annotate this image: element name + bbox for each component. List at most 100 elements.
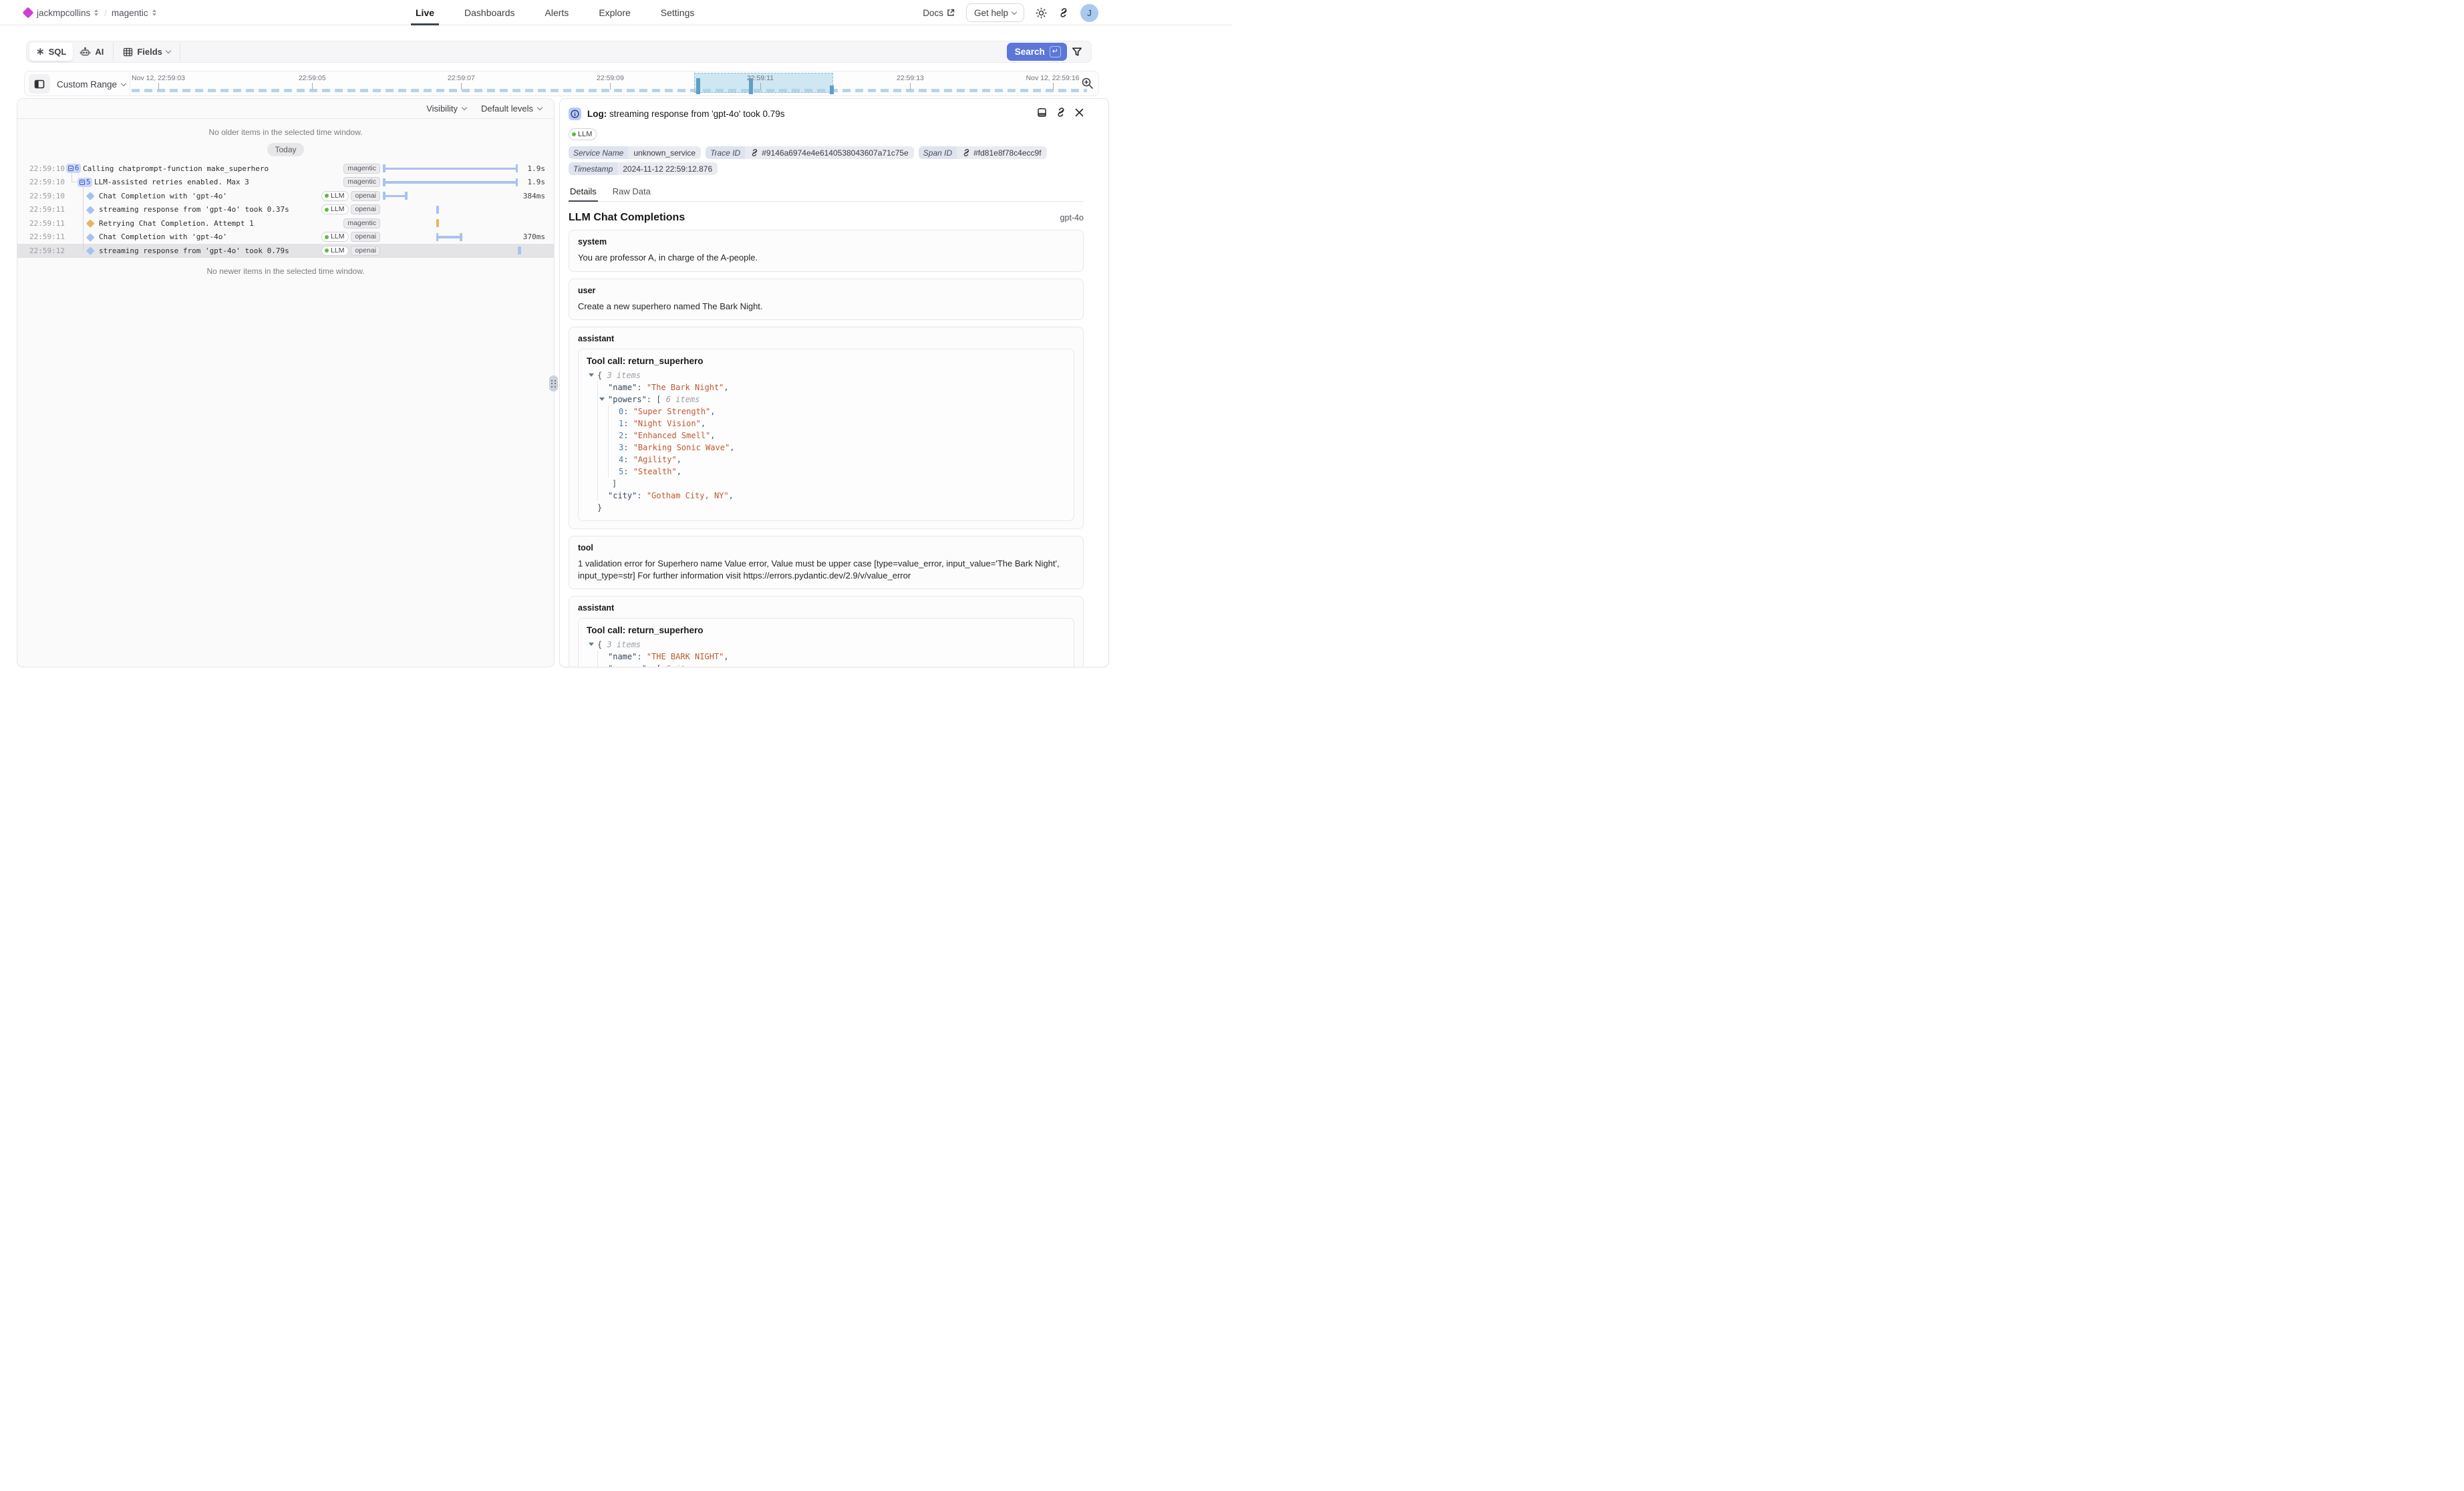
log-row-marker: 5	[78, 178, 92, 187]
ai-mode-button[interactable]: AI	[73, 43, 110, 61]
filter-button[interactable]	[1072, 47, 1082, 57]
collapse-chevron-icon[interactable]	[589, 373, 594, 377]
get-help-button[interactable]: Get help	[966, 3, 1024, 22]
chevron-down-icon	[121, 80, 126, 86]
tab-details[interactable]: Details	[569, 184, 598, 201]
attribute-tag: openai	[351, 232, 380, 242]
sun-icon	[1036, 7, 1047, 19]
query-toolbar: ∗ SQL AI Fields Search ↵	[26, 41, 1092, 63]
log-row-marker	[88, 248, 94, 254]
log-row-message: streaming response from 'gpt-4o' took 0.…	[99, 246, 289, 255]
log-row[interactable]: 22:59:105LLM-assisted retries enabled. M…	[17, 176, 554, 190]
log-row-duration: 370ms	[523, 232, 545, 241]
tab-raw-data[interactable]: Raw Data	[611, 184, 652, 201]
today-pill[interactable]: Today	[267, 143, 303, 156]
collapse-chevron-icon[interactable]	[589, 643, 594, 646]
message-role: assistant	[578, 334, 1074, 343]
expand-panel-button[interactable]	[1037, 108, 1047, 118]
log-list-header: Visibility Default levels	[17, 99, 554, 119]
timeline-tick-mark	[1053, 83, 1054, 90]
link-icon	[962, 148, 971, 157]
org-switcher[interactable]: jackmpcollins	[37, 8, 100, 18]
log-row-marker	[88, 220, 94, 226]
panel-resize-handle[interactable]	[549, 375, 558, 391]
sql-mode-button[interactable]: ∗ SQL	[29, 43, 73, 61]
time-range-selector[interactable]: Custom Range	[57, 71, 126, 97]
levels-dropdown[interactable]: Default levels	[481, 104, 542, 114]
llm-tag: LLM	[321, 246, 349, 256]
log-row[interactable]: 22:59:11streaming response from 'gpt-4o'…	[17, 203, 554, 217]
nav-tab-live[interactable]: Live	[411, 0, 439, 25]
nav-tab-explore[interactable]: Explore	[594, 0, 635, 25]
log-row-time: 22:59:12	[29, 246, 65, 255]
timeline-baseline	[132, 89, 1087, 92]
fields-button[interactable]: Fields	[116, 43, 177, 61]
span-diamond-icon	[86, 246, 94, 255]
log-row-bars	[383, 203, 535, 217]
log-row[interactable]: 22:59:11Chat Completion with 'gpt-4o'LLM…	[17, 230, 554, 244]
log-title-text: streaming response from 'gpt-4o' took 0.…	[609, 109, 785, 119]
visibility-dropdown[interactable]: Visibility	[426, 104, 466, 114]
log-row[interactable]: 22:59:10Chat Completion with 'gpt-4o'LLM…	[17, 189, 554, 203]
sidebar-toggle-button[interactable]	[29, 74, 50, 94]
copy-link-button[interactable]	[1056, 107, 1066, 118]
log-row-tags: LLMopenai	[321, 191, 380, 201]
json-token-pln: ,	[710, 407, 715, 416]
json-token-pln: :	[623, 407, 633, 416]
histogram-bar	[749, 78, 753, 94]
close-button[interactable]	[1075, 108, 1084, 117]
log-row-tags: LLMopenai	[321, 232, 380, 242]
theme-brightness-button[interactable]	[1036, 7, 1047, 19]
log-detail-panel: Log: streaming response from 'gpt-4o' to…	[559, 98, 1109, 667]
log-row[interactable]: 22:59:12 streaming response from 'gpt-4o'…	[17, 244, 554, 258]
info-icon	[569, 108, 581, 120]
field-value: unknown_service	[628, 146, 701, 159]
timeline-tick-label: 22:59:13	[897, 74, 924, 82]
nav-tab-dashboards[interactable]: Dashboards	[460, 0, 520, 25]
avatar[interactable]: J	[1080, 4, 1098, 22]
json-token-str: "Agility"	[633, 455, 677, 464]
message-text: 1 validation error for Superhero name Va…	[578, 558, 1074, 581]
log-row-tags: magentic	[343, 177, 380, 187]
message-card-assistant: assistant Tool call: return_superhero{ 3 …	[569, 596, 1084, 667]
search-button[interactable]: Search ↵	[1007, 43, 1067, 61]
span-diamond-icon	[86, 206, 94, 214]
nav-tab-settings[interactable]: Settings	[656, 0, 700, 25]
detail-tabs: Details Raw Data	[569, 184, 1084, 202]
collapse-minus-icon	[80, 180, 85, 185]
zoom-in-button[interactable]	[1081, 77, 1094, 90]
grip-dots-icon	[551, 380, 556, 387]
json-token-pln: ,	[729, 491, 734, 500]
json-token-pln: ,	[677, 455, 681, 464]
timeline-plot[interactable]: Nov 12, 22:59:0322:59:0522:59:0722:59:09…	[132, 71, 1087, 97]
json-line: ]	[587, 478, 1066, 490]
timeline-tick-mark	[610, 83, 611, 90]
event-tick-bar	[436, 219, 440, 227]
field-value-text: unknown_service	[633, 148, 696, 158]
share-link-button[interactable]	[1058, 7, 1069, 18]
robot-icon	[80, 47, 91, 57]
query-input[interactable]	[183, 43, 1007, 61]
json-token-str: "THE BARK NIGHT"	[647, 652, 724, 661]
json-tree: { 3 items"name": "THE BARK NIGHT","power…	[587, 639, 1066, 667]
message-role: tool	[578, 543, 1074, 552]
docs-link[interactable]: Docs	[923, 8, 955, 18]
message-role: assistant	[578, 603, 1074, 613]
top-right-actions: Docs Get help J	[923, 0, 1098, 25]
log-row[interactable]: 22:59:11Retrying Chat Completion. Attemp…	[17, 216, 554, 230]
field-value: #9146a6974e4e6140538043607a71c75e	[745, 146, 914, 159]
log-rows: 22:59:106Calling chatprompt-function mak…	[17, 162, 554, 258]
log-row[interactable]: 22:59:106Calling chatprompt-function mak…	[17, 162, 554, 176]
nav-tab-alerts[interactable]: Alerts	[541, 0, 574, 25]
log-row-message: streaming response from 'gpt-4o' took 0.…	[99, 205, 289, 214]
message-card-user: userCreate a new superhero named The Bar…	[569, 279, 1084, 321]
log-detail-header: Log: streaming response from 'gpt-4o' to…	[569, 106, 1108, 122]
log-row-marker	[88, 234, 94, 240]
collapse-badge[interactable]: 5	[78, 178, 92, 187]
collapse-badge[interactable]: 6	[66, 164, 81, 173]
field-value: #fd81e8f78c4ecc9f	[957, 146, 1046, 159]
funnel-icon	[1072, 47, 1082, 57]
project-switcher[interactable]: magentic	[112, 8, 158, 18]
collapse-chevron-icon[interactable]	[599, 397, 605, 401]
tool-call-card: Tool call: return_superhero{ 3 items"nam…	[578, 618, 1074, 667]
